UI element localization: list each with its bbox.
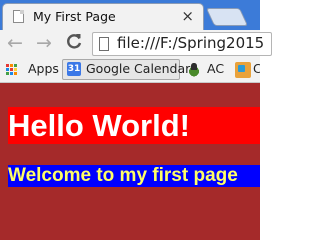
bookmark-google-calendar[interactable]: 31 Google Calendar	[62, 59, 190, 80]
tab-my-first-page[interactable]: My First Page ×	[2, 3, 204, 30]
page-heading: Hello World!	[8, 107, 260, 144]
google-calendar-icon: 31	[67, 62, 81, 76]
ac-icon[interactable]	[187, 63, 201, 77]
tab-title: My First Page	[33, 9, 116, 24]
bookmark-google-calendar-label: Google Calendar	[86, 61, 191, 76]
tab-strip: My First Page ×	[0, 0, 260, 30]
close-icon[interactable]: ×	[181, 7, 194, 25]
reload-icon-svg	[67, 34, 82, 49]
bookmark-apps-label[interactable]: Apps	[28, 61, 59, 76]
page-icon	[99, 37, 109, 51]
back-arrow-icon[interactable]: ←	[5, 32, 25, 54]
new-tab-button[interactable]	[205, 8, 249, 26]
bookmark-c-label[interactable]: C	[253, 61, 260, 76]
page-content: Hello World! Welcome to my first page	[0, 83, 260, 240]
toolbar: ← → file:///F:/Spring2015	[0, 30, 272, 58]
bookmarks-bar: Apps 31 Google Calendar AC C	[0, 58, 260, 83]
address-bar[interactable]: file:///F:/Spring2015	[92, 32, 272, 56]
browser-window: My First Page × ← → file:///F:/Spring201…	[0, 0, 272, 240]
reload-icon[interactable]	[64, 32, 84, 54]
bookmark-ac-label[interactable]: AC	[207, 61, 224, 76]
page-icon	[13, 10, 24, 23]
page-subheading: Welcome to my first page	[8, 165, 260, 187]
forward-arrow-icon[interactable]: →	[34, 32, 54, 54]
bookmark-icon[interactable]	[235, 62, 251, 78]
url-text: file:///F:/Spring2015	[117, 34, 265, 52]
apps-grid-icon[interactable]	[6, 64, 18, 76]
